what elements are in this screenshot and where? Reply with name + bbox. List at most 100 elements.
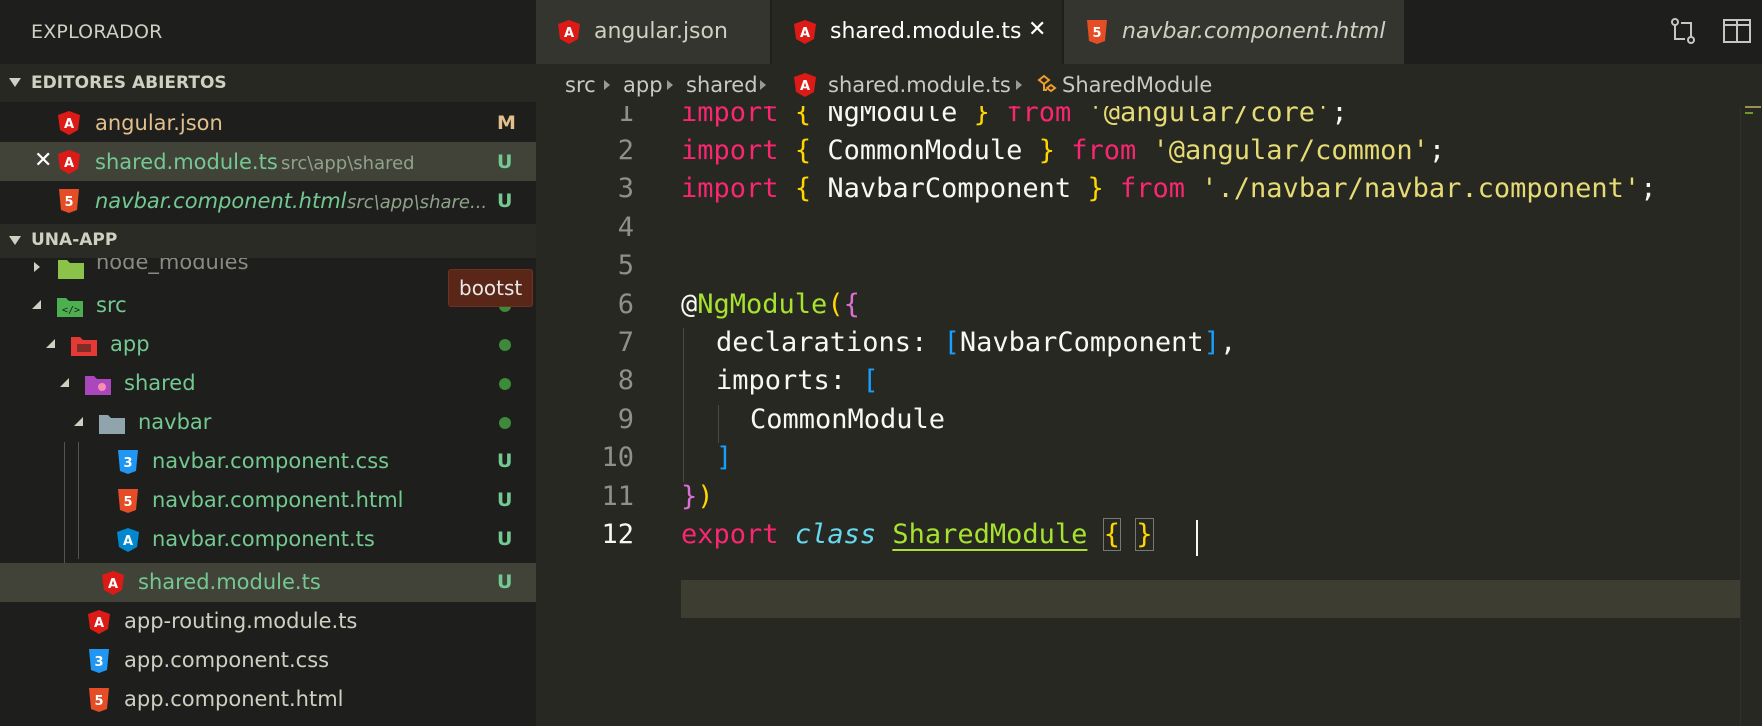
svg-text:5: 5	[123, 495, 132, 510]
angular-icon: A	[102, 571, 124, 595]
open-editor-item[interactable]: A angular.json M	[0, 103, 536, 142]
breadcrumb-item[interactable]: src	[565, 73, 596, 97]
hover-tooltip: bootst	[448, 269, 534, 307]
code-line: declarations: [NavbarComponent],	[716, 327, 1237, 358]
open-editors-label: EDITORES ABIERTOS	[31, 73, 227, 93]
svg-text:A: A	[64, 156, 74, 171]
code-editor[interactable]: 1 2 3 4 5 6 7 8 9 10 11 12 import { NgMo…	[536, 106, 1762, 726]
svg-text:A: A	[800, 79, 810, 94]
svg-text:</>: </>	[62, 305, 80, 316]
code-line: ]	[716, 442, 733, 473]
code-line: })	[681, 481, 714, 512]
angular-component-icon: A	[117, 528, 139, 552]
svg-text:5: 5	[1092, 26, 1101, 41]
tree-item-app-css[interactable]: 3 app.component.css	[0, 641, 536, 680]
svg-text:3: 3	[94, 655, 103, 670]
tab-shared-module-ts[interactable]: A shared.module.ts ✕	[772, 0, 1062, 64]
open-editor-item-selected[interactable]: ✕ A shared.module.ts src\app\shared U	[0, 142, 536, 181]
current-line-highlight	[681, 580, 1751, 618]
line-number: 11	[601, 481, 634, 512]
angular-icon: A	[794, 73, 816, 97]
tree-item-shared[interactable]: shared	[0, 364, 536, 403]
open-editors-section-header[interactable]: EDITORES ABIERTOS	[0, 64, 536, 102]
chevron-right-icon	[760, 80, 766, 90]
editor-tab-bar: A angular.json A shared.module.ts ✕ 5 na…	[536, 0, 1762, 64]
css3-icon: 3	[118, 450, 138, 474]
git-status-badge: U	[497, 528, 513, 550]
tab-label: shared.module.ts	[830, 19, 1022, 44]
tab-label: navbar.component.html	[1122, 19, 1386, 44]
close-icon[interactable]: ✕	[1028, 17, 1046, 42]
chevron-down-icon	[74, 417, 83, 426]
open-editor-item[interactable]: 5 navbar.component.html src\app\share...…	[0, 181, 536, 220]
svg-text:A: A	[94, 616, 104, 631]
breadcrumb-item[interactable]: shared.module.ts	[828, 73, 1011, 97]
class-symbol-icon	[1037, 74, 1057, 93]
app-folder-icon	[71, 337, 97, 356]
project-section-header[interactable]: UNA-APP	[0, 224, 536, 258]
line-number: 3	[617, 173, 634, 204]
tree-item-label: navbar.component.css	[152, 449, 390, 473]
svg-text:5: 5	[64, 195, 73, 210]
git-status-badge: U	[497, 450, 513, 472]
code-line: CommonModule	[750, 404, 946, 435]
chevron-down-icon	[46, 339, 55, 348]
tree-item-navbar-css[interactable]: 3 navbar.component.css U	[0, 442, 536, 481]
open-editor-path: src\app\shared	[281, 153, 415, 174]
git-status-badge: U	[497, 151, 513, 173]
line-number: 9	[617, 404, 634, 435]
chevron-right-icon	[667, 80, 673, 90]
tree-item-label: app	[110, 332, 150, 356]
open-changes-icon[interactable]	[1666, 14, 1700, 48]
open-editor-path: src\app\share...	[347, 192, 488, 213]
html5-icon: 5	[59, 189, 79, 213]
code-line: import { NavbarComponent } from './navba…	[681, 173, 1657, 204]
breadcrumb-item[interactable]: SharedModule	[1062, 73, 1212, 97]
breadcrumb-item[interactable]: shared	[686, 73, 758, 97]
tab-label: angular.json	[594, 19, 728, 44]
svg-text:A: A	[123, 534, 133, 549]
line-number: 4	[617, 212, 634, 243]
tab-navbar-component-html[interactable]: 5 navbar.component.html	[1064, 0, 1404, 64]
code-line: imports: [	[716, 365, 879, 396]
git-status-badge: M	[497, 112, 516, 134]
project-label: UNA-APP	[31, 230, 118, 250]
open-editor-name: navbar.component.html	[95, 189, 347, 213]
svg-text:A: A	[108, 577, 118, 592]
breadcrumb: src app shared A shared.module.ts Shared…	[536, 64, 1762, 106]
line-number: 8	[617, 365, 634, 396]
indent-guide	[718, 405, 719, 443]
angular-icon: A	[88, 610, 110, 634]
minimap-line	[1745, 106, 1761, 108]
tab-angular-json[interactable]: A angular.json	[536, 0, 770, 64]
git-status-badge: U	[497, 489, 513, 511]
tree-item-app[interactable]: app	[0, 325, 536, 364]
git-status-dot	[499, 378, 511, 390]
shared-folder-icon	[85, 376, 111, 395]
explorer-header: EXPLORADOR	[0, 0, 536, 66]
line-number: 2	[617, 135, 634, 166]
split-editor-icon[interactable]	[1720, 14, 1754, 48]
open-editor-name: shared.module.ts	[95, 150, 278, 174]
indent-guide	[683, 328, 684, 482]
tree-item-label: src	[96, 293, 127, 317]
minimap[interactable]	[1740, 106, 1762, 726]
tree-item-label: shared.module.ts	[138, 570, 321, 594]
tree-item-navbar[interactable]: navbar	[0, 403, 536, 442]
folder-icon	[58, 260, 84, 279]
close-icon[interactable]: ✕	[34, 148, 52, 173]
tree-item-shared-module[interactable]: A shared.module.ts U	[0, 563, 536, 602]
tree-item-navbar-html[interactable]: 5 navbar.component.html U	[0, 481, 536, 520]
tree-item-app-routing[interactable]: A app-routing.module.ts	[0, 602, 536, 641]
tree-item-label: navbar	[138, 410, 212, 434]
html5-icon: 5	[1087, 20, 1107, 44]
tree-item-app-html[interactable]: 5 app.component.html	[0, 680, 536, 719]
line-number-current: 12	[601, 519, 634, 550]
tree-item-label: app-routing.module.ts	[124, 609, 358, 633]
code-line: @NgModule({	[681, 289, 860, 320]
breadcrumb-item[interactable]: app	[623, 73, 663, 97]
minimap-line	[1745, 112, 1753, 114]
chevron-right-icon	[1016, 80, 1022, 90]
tree-item-navbar-ts[interactable]: A navbar.component.ts U	[0, 520, 536, 559]
folder-open-icon	[99, 415, 125, 434]
